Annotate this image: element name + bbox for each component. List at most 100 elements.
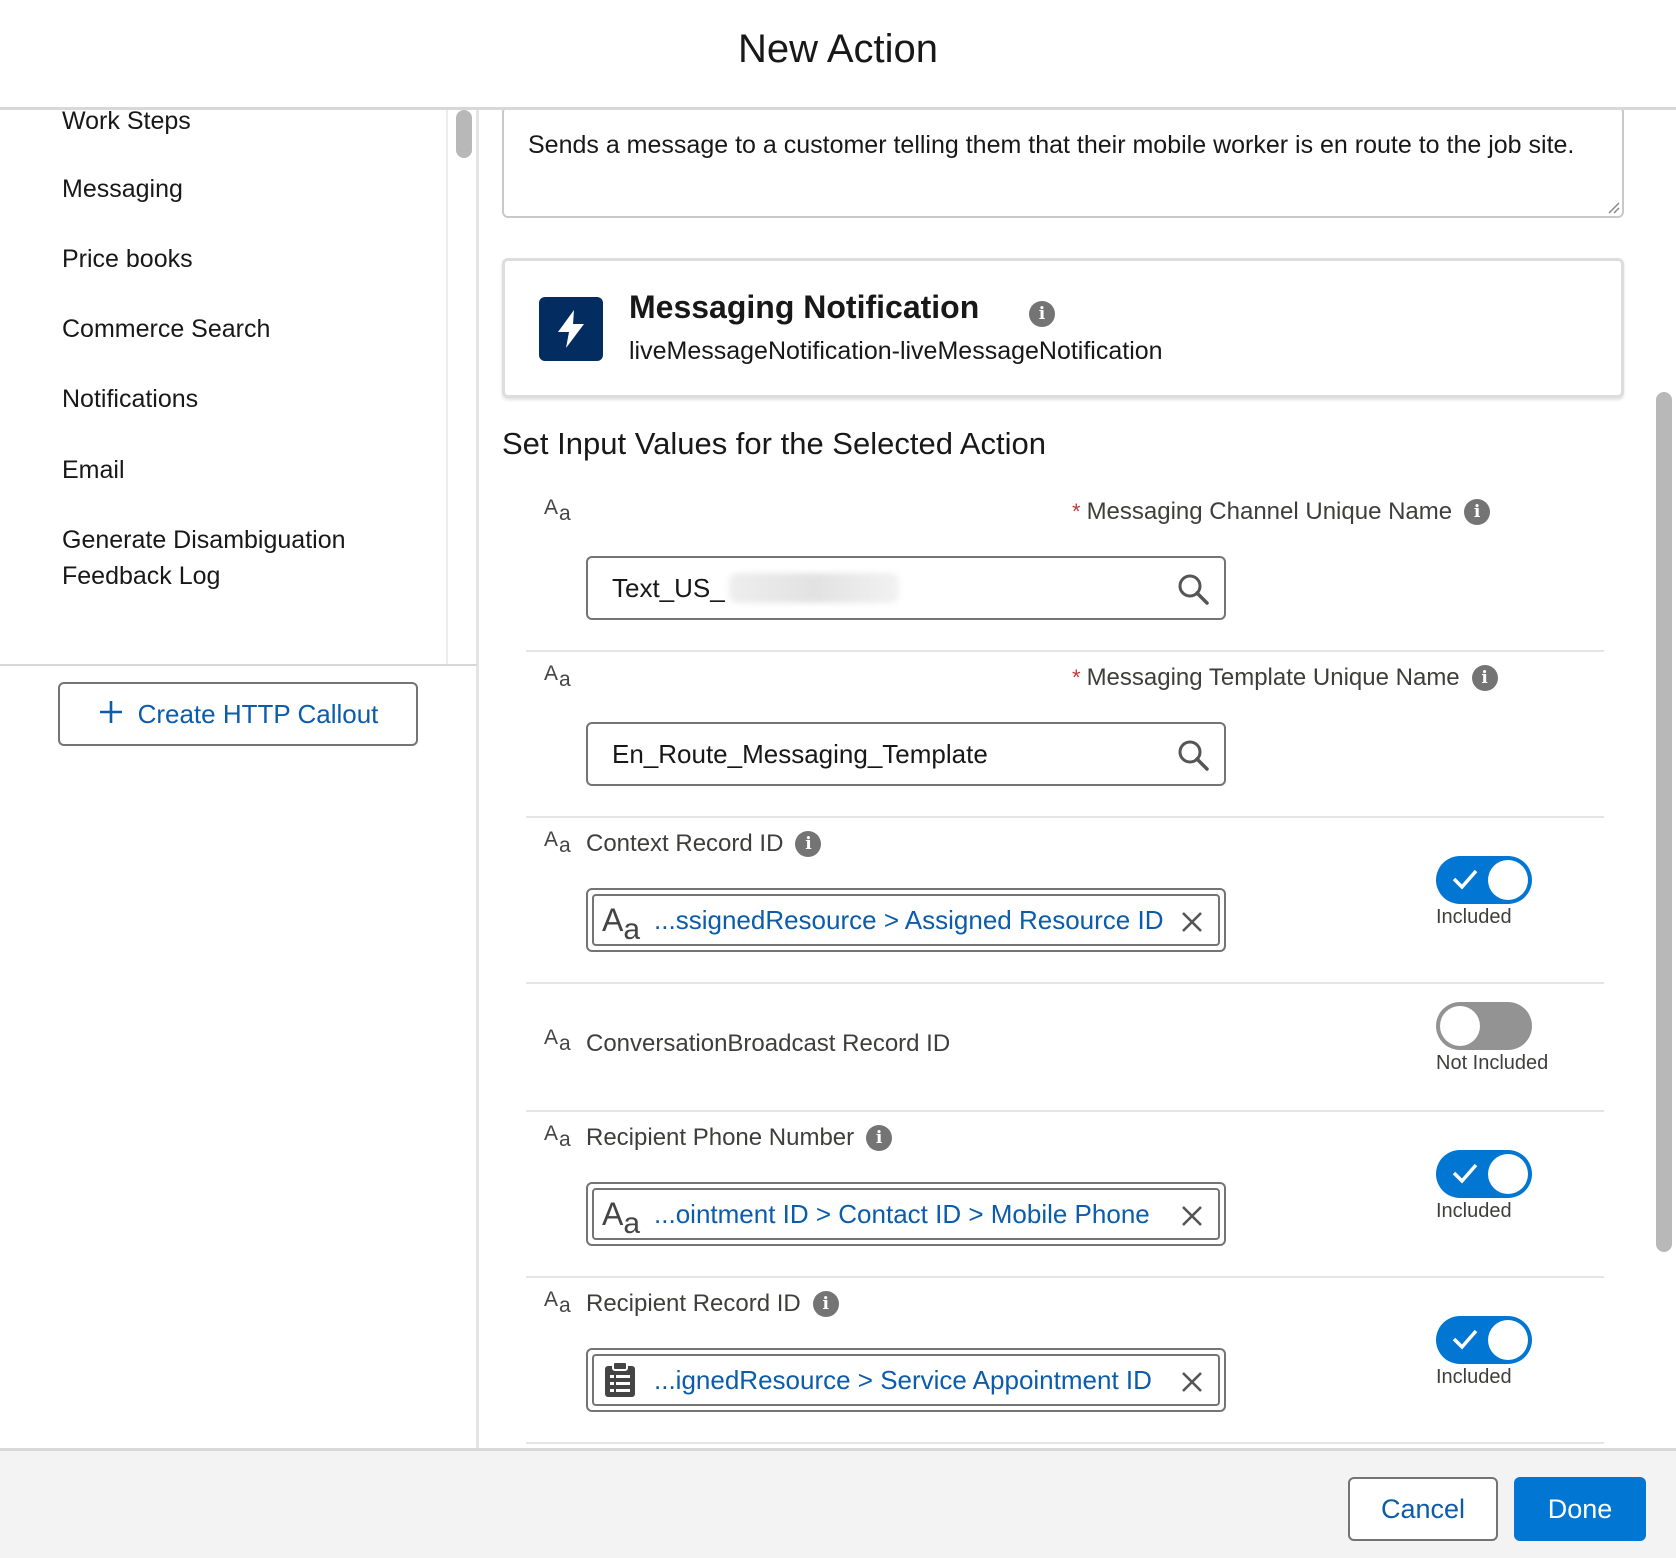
text-type-icon-big: A [544, 496, 559, 519]
field-label-text: Recipient Phone Number [586, 1124, 855, 1151]
check-icon [1452, 869, 1478, 890]
recipient-record-toggle[interactable] [1436, 1316, 1532, 1364]
text-type-icon: Aa [544, 662, 571, 691]
close-icon[interactable] [1178, 908, 1206, 936]
modal-header: New Action [0, 0, 1676, 110]
text-type-icon: Aa [544, 496, 571, 525]
sidebar-action-list[interactable]: Work Steps Messaging Price books Commerc… [0, 110, 448, 665]
text-type-icon-small: a [559, 834, 571, 857]
field-label-context-record: Context Record ID i [586, 830, 822, 858]
messaging-template-value: En_Route_Messaging_Template [612, 738, 988, 769]
toggle-status: Included [1436, 1366, 1512, 1388]
resize-grip-icon[interactable] [1606, 200, 1620, 214]
action-api-name: liveMessageNotification-liveMessageNotif… [629, 337, 1163, 365]
modal-title: New Action [737, 27, 939, 71]
search-icon[interactable] [1176, 738, 1210, 772]
text-type-icon-small: a [623, 912, 641, 946]
info-icon[interactable]: i [795, 831, 822, 857]
context-record-toggle[interactable] [1436, 856, 1532, 904]
broadcast-record-toggle[interactable] [1436, 1002, 1532, 1050]
resource-pill[interactable]: Aa ...ssignedResource > Assigned Resourc… [592, 894, 1220, 946]
sidebar-scrollbar[interactable] [456, 110, 472, 158]
required-mark: * [1072, 499, 1081, 524]
toggle-status: Included [1436, 1200, 1512, 1222]
info-icon[interactable]: i [1464, 499, 1491, 525]
toggle-status: Included [1436, 906, 1512, 928]
recipient-phone-input[interactable]: Aa ...ointment ID > Contact ID > Mobile … [586, 1182, 1226, 1246]
text-type-icon-big: A [544, 828, 559, 851]
pill-value: ...ointment ID > Contact ID > Mobile Pho… [654, 1198, 1150, 1229]
info-icon[interactable]: i [1029, 301, 1055, 327]
text-type-icon-small: a [559, 668, 571, 691]
text-type-icon: Aa [544, 828, 571, 857]
lightning-bolt-icon [539, 297, 603, 361]
field-label-recipient-record: Recipient Record ID i [586, 1290, 839, 1318]
text-type-icon-big: A [544, 1288, 559, 1311]
recipient-record-input[interactable]: ...ignedResource > Service Appointment I… [586, 1348, 1226, 1412]
text-type-icon-small: a [623, 1206, 641, 1240]
close-icon[interactable] [1178, 1368, 1206, 1396]
info-icon[interactable]: i [1471, 665, 1498, 691]
messaging-template-lookup[interactable]: En_Route_Messaging_Template [586, 722, 1226, 786]
sidebar-item-price-books[interactable]: Price books [62, 240, 193, 278]
plus-icon [98, 694, 124, 732]
field-label-messaging-template: * Messaging Template Unique Name i [1072, 664, 1498, 692]
action-title: Messaging Notification [629, 289, 980, 325]
info-icon[interactable]: i [812, 1291, 839, 1317]
info-icon[interactable]: i [866, 1125, 893, 1151]
required-mark: * [1072, 665, 1081, 690]
sidebar: Work Steps Messaging Price books Commerc… [0, 110, 479, 1448]
field-label-text: Recipient Record ID [586, 1290, 801, 1317]
text-type-icon: Aa [602, 1195, 640, 1240]
field-label-text: ConversationBroadcast Record ID [586, 1030, 951, 1057]
field-label-recipient-phone: Recipient Phone Number i [586, 1124, 893, 1152]
field-label-text: Messaging Channel Unique Name [1086, 498, 1453, 525]
field-label-text: Context Record ID [586, 830, 784, 857]
main-scrollbar[interactable] [1656, 392, 1672, 1252]
sidebar-item-notifications[interactable]: Notifications [62, 380, 198, 418]
sidebar-item-messaging[interactable]: Messaging [62, 170, 183, 208]
close-icon[interactable] [1178, 1202, 1206, 1230]
recipient-phone-toggle[interactable] [1436, 1150, 1532, 1198]
messaging-channel-lookup[interactable]: Text_US_ [586, 556, 1226, 620]
toggle-knob [1488, 1154, 1528, 1194]
sidebar-item-work-steps[interactable]: Work Steps [62, 110, 191, 140]
field-label-text: Messaging Template Unique Name [1086, 664, 1460, 691]
redacted-value [728, 573, 899, 603]
messaging-channel-value: Text_US_ [612, 572, 725, 603]
sidebar-item-feedback-log[interactable]: Feedback Log [62, 557, 220, 595]
create-http-callout-button[interactable]: Create HTTP Callout [58, 682, 418, 746]
description-text: Sends a message to a customer telling th… [528, 131, 1575, 159]
description-textarea[interactable]: Sends a message to a customer telling th… [502, 110, 1624, 218]
selected-action-card: Messaging Notification i liveMessageNoti… [502, 258, 1624, 398]
clipboard-icon [605, 1361, 635, 1397]
context-record-input[interactable]: Aa ...ssignedResource > Assigned Resourc… [586, 888, 1226, 952]
resource-pill[interactable]: Aa ...ointment ID > Contact ID > Mobile … [592, 1188, 1220, 1240]
sidebar-item-email[interactable]: Email [62, 451, 125, 489]
create-http-callout-label: Create HTTP Callout [137, 698, 379, 729]
toggle-knob [1440, 1006, 1480, 1046]
done-button[interactable]: Done [1514, 1477, 1646, 1541]
cancel-button[interactable]: Cancel [1348, 1477, 1498, 1541]
toggle-knob [1488, 1320, 1528, 1360]
check-icon [1452, 1329, 1478, 1350]
text-type-icon: Aa [602, 901, 640, 946]
text-type-icon-small: a [559, 1032, 571, 1055]
text-type-icon-big: A [602, 901, 624, 938]
text-type-icon: Aa [544, 1026, 571, 1055]
field-label-broadcast-record: ConversationBroadcast Record ID [586, 1030, 950, 1058]
pill-value: ...ssignedResource > Assigned Resource I… [654, 904, 1164, 935]
toggle-status: Not Included [1436, 1052, 1549, 1074]
text-type-icon: Aa [544, 1288, 571, 1317]
search-icon[interactable] [1176, 572, 1210, 606]
sidebar-item-commerce-search[interactable]: Commerce Search [62, 310, 270, 348]
sidebar-divider [0, 664, 477, 666]
pill-value: ...ignedResource > Service Appointment I… [654, 1364, 1152, 1395]
text-type-icon-small: a [559, 1294, 571, 1317]
text-type-icon-big: A [602, 1195, 624, 1232]
sidebar-item-generate-disambiguation[interactable]: Generate Disambiguation [62, 521, 346, 559]
text-type-icon-big: A [544, 662, 559, 685]
text-type-icon-small: a [559, 502, 571, 525]
text-type-icon-small: a [559, 1128, 571, 1151]
resource-pill[interactable]: ...ignedResource > Service Appointment I… [592, 1354, 1220, 1406]
